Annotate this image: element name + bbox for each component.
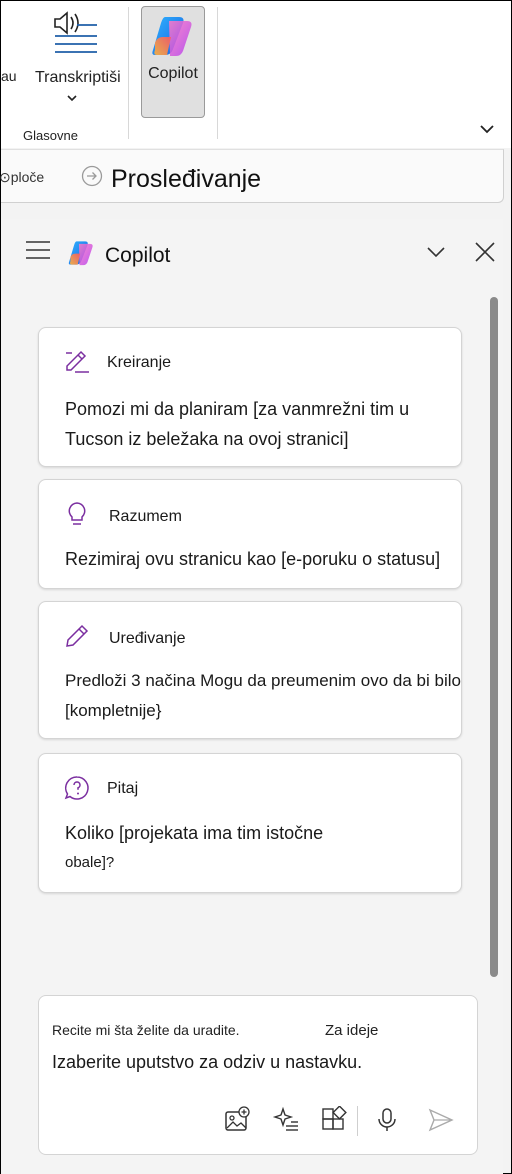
- input-placeholder[interactable]: Izaberite uputstvo za odziv u nastavku.: [52, 1052, 362, 1073]
- apps-icon[interactable]: [320, 1106, 348, 1134]
- chat-input[interactable]: Recite mi šta želite da uradite. Za idej…: [38, 995, 478, 1155]
- prompt-text-line: Koliko [projekata ima tim istočne: [65, 823, 324, 843]
- prompt-text: Pomozi mi da planiram [za vanmrežni tim …: [65, 394, 409, 454]
- ideas-link[interactable]: Za ideje: [325, 1022, 378, 1039]
- transcribe-icon: [54, 11, 97, 53]
- pen-sparkle-icon: [66, 350, 89, 373]
- transcribe-label: Transkriptiši: [35, 69, 121, 86]
- transcribe-button[interactable]: Transkriptiši: [33, 9, 125, 119]
- prompt-card-create[interactable]: Kreiranje Pomozi mi da planiram [za vanm…: [38, 327, 462, 467]
- add-image-icon[interactable]: [223, 1106, 251, 1134]
- breadcrumb-left[interactable]: ⊙ploče: [0, 169, 44, 186]
- ribbon-separator: [128, 7, 129, 139]
- microphone-icon[interactable]: [373, 1106, 401, 1134]
- input-hint: Recite mi šta želite da uradite.: [52, 1022, 240, 1038]
- sparkle-prompt-icon[interactable]: [272, 1106, 300, 1134]
- forward-arrow-icon: [81, 165, 103, 187]
- chevron-down-icon[interactable]: [425, 243, 447, 261]
- prompt-text-line: obale]?: [65, 854, 115, 871]
- page-bar: ⊙ploče Prosleđivanje: [0, 149, 504, 203]
- copilot-ribbon-button[interactable]: Copilot: [141, 6, 205, 118]
- prompt-category: Uređivanje: [109, 630, 186, 647]
- close-icon[interactable]: [474, 241, 496, 263]
- question-bubble-icon: [64, 776, 89, 800]
- ribbon-group-label: Glasovne: [23, 128, 78, 143]
- hamburger-menu-icon[interactable]: [25, 239, 51, 261]
- prompt-text-line: [kompletnije}: [65, 701, 162, 720]
- copilot-logo-icon: [68, 241, 93, 266]
- pencil-icon: [66, 624, 89, 647]
- partial-ribbon-label[interactable]: au: [1, 68, 17, 84]
- prompt-text: Predloži 3 načina Mogu da preumenim ovo …: [65, 666, 461, 726]
- prompt-text: Rezimiraj ovu stranicu kao [e-poruku o s…: [65, 544, 440, 574]
- copilot-ribbon-label: Copilot: [148, 65, 198, 82]
- prompt-card-understand[interactable]: Razumem Rezimiraj ovu stranicu kao [e-po…: [38, 479, 462, 589]
- toolbar-separator: [357, 1106, 358, 1136]
- lightbulb-icon: [68, 502, 86, 525]
- prompt-text-line: Predloži 3 načina Mogu da preumenim ovo …: [65, 671, 461, 690]
- page-title: Prosleđivanje: [111, 165, 262, 193]
- ribbon: au Transkriptiši Glasovne Copilot: [1, 1, 511, 148]
- prompt-text-line: Pomozi mi da planiram [za vanmrežni tim …: [65, 399, 410, 419]
- prompt-category: Pitaj: [107, 780, 139, 797]
- prompt-category: Razumem: [109, 508, 182, 525]
- prompt-card-edit[interactable]: Uređivanje Predloži 3 načina Mogu da pre…: [38, 601, 462, 739]
- breadcrumb-left-label: ploče: [10, 169, 45, 185]
- prompt-category: Kreiranje: [107, 354, 172, 371]
- ribbon-expand-icon[interactable]: [477, 119, 497, 139]
- copilot-pane: Copilot Kreiranje Pomozi mi da planiram …: [1, 219, 503, 1174]
- ribbon-separator: [217, 7, 218, 139]
- partial-ribbon-icon[interactable]: [0, 11, 11, 51]
- scrollbar-thumb[interactable]: [490, 297, 498, 977]
- scrollbar[interactable]: [487, 297, 499, 997]
- prompt-text-line: Tucson iz beležaka na ovoj stranici]: [65, 429, 349, 449]
- copilot-logo-icon: [152, 17, 192, 56]
- pane-title: Copilot: [105, 244, 171, 267]
- prompt-text: Koliko [projekata ima tim istočne obale]…: [65, 818, 323, 878]
- send-icon[interactable]: [427, 1106, 455, 1134]
- prompt-card-ask[interactable]: Pitaj Koliko [projekata ima tim istočne …: [38, 753, 462, 893]
- prompt-text-line: Rezimiraj ovu stranicu kao [e-poruku o s…: [65, 549, 441, 569]
- chevron-down-icon[interactable]: [65, 91, 79, 105]
